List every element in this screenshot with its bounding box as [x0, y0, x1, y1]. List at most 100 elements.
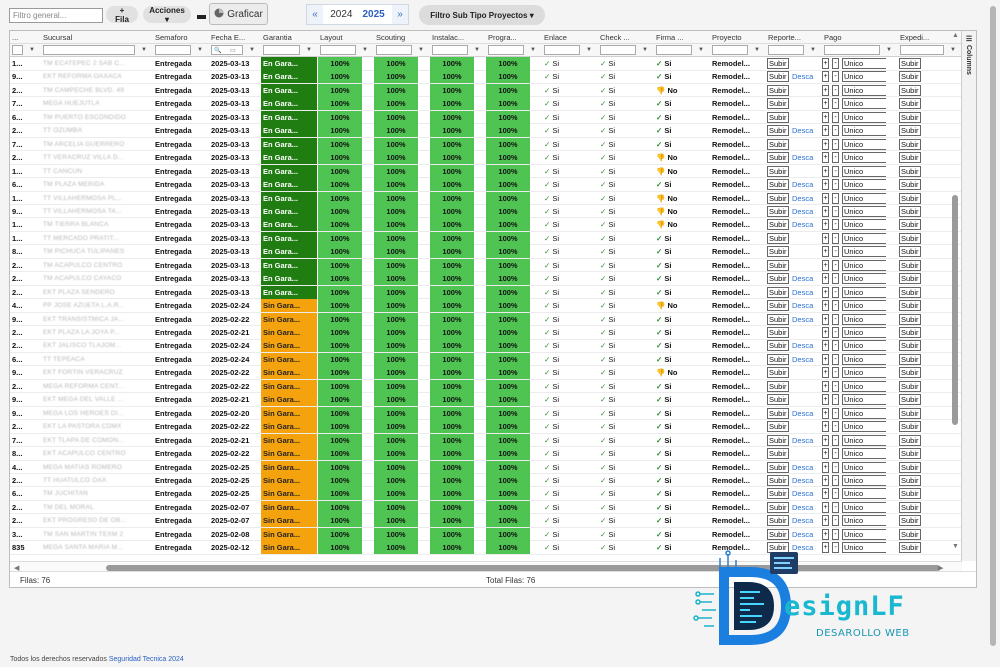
- remove-payment-button[interactable]: -: [832, 367, 839, 379]
- add-payment-button[interactable]: +: [822, 394, 829, 406]
- upload-report-button[interactable]: Subir: [767, 353, 789, 365]
- upload-file-button[interactable]: Subir: [899, 84, 921, 96]
- upload-file-button[interactable]: Subir: [899, 125, 921, 137]
- filter-icon[interactable]: ▼: [29, 45, 35, 55]
- remove-payment-button[interactable]: -: [832, 219, 839, 231]
- payment-type-field[interactable]: Unico: [842, 515, 886, 527]
- payment-type-field[interactable]: Unico: [842, 111, 886, 123]
- add-payment-button[interactable]: +: [822, 286, 829, 298]
- download-report-link[interactable]: Desca: [792, 178, 813, 191]
- payment-type-field[interactable]: Unico: [842, 367, 886, 379]
- add-payment-button[interactable]: +: [822, 434, 829, 446]
- table-row[interactable]: 9... EKT REFORMA OAXACA Entregada 2025-03-1…: [10, 70, 962, 84]
- columns-side-panel[interactable]: ☰ Columns: [961, 31, 976, 561]
- add-row-button[interactable]: + Fila: [106, 6, 138, 24]
- table-row[interactable]: 9... MEGA LOS HEROES DI... Entregada 2025-0…: [10, 406, 962, 421]
- upload-file-button[interactable]: Subir: [899, 407, 921, 419]
- upload-file-button[interactable]: Subir: [899, 138, 921, 150]
- upload-report-button[interactable]: Subir: [767, 58, 789, 69]
- column-header[interactable]: Firma ...: [654, 31, 710, 44]
- upload-file-button[interactable]: Subir: [899, 111, 921, 123]
- upload-file-button[interactable]: Subir: [899, 488, 921, 500]
- download-report-link[interactable]: Desca: [792, 151, 813, 164]
- add-payment-button[interactable]: +: [822, 367, 829, 379]
- filter-icon[interactable]: ▼: [141, 45, 147, 55]
- remove-payment-button[interactable]: -: [832, 394, 839, 406]
- payment-type-field[interactable]: Unico: [842, 219, 886, 231]
- upload-report-button[interactable]: Subir: [767, 286, 789, 298]
- upload-file-button[interactable]: Subir: [899, 219, 921, 231]
- remove-payment-button[interactable]: -: [832, 125, 839, 137]
- table-row[interactable]: 4... PP JOSE AZUETA L.A.R... Entregada 2025…: [10, 299, 962, 313]
- upload-file-button[interactable]: Subir: [899, 179, 921, 191]
- payment-type-field[interactable]: Unico: [842, 488, 886, 500]
- upload-report-button[interactable]: Subir: [767, 246, 789, 258]
- upload-report-button[interactable]: Subir: [767, 434, 789, 446]
- subtype-filter-button[interactable]: Filtro Sub Tipo Proyectos ▾: [419, 5, 545, 25]
- table-row[interactable]: 1... TT VILLAHERMOSA PL... Entregada 2025-0…: [10, 191, 962, 205]
- upload-report-button[interactable]: Subir: [767, 407, 789, 419]
- column-header[interactable]: Sucursal: [41, 31, 153, 44]
- table-row[interactable]: 9... EKT FORTIN VERACRUZ Entregada 2025-02-…: [10, 366, 962, 380]
- column-header[interactable]: Enlace: [542, 31, 598, 44]
- table-row[interactable]: 3... TM SAN MARTIN TEXM 2 Entregada 2025-02…: [10, 527, 962, 542]
- table-row[interactable]: 9... EKT TRANSISTMICA JA... Entregada 2025-…: [10, 312, 962, 327]
- add-payment-button[interactable]: +: [822, 246, 829, 258]
- upload-file-button[interactable]: Subir: [899, 528, 921, 540]
- upload-file-button[interactable]: Subir: [899, 313, 921, 325]
- payment-type-field[interactable]: Unico: [842, 340, 886, 352]
- payment-type-field[interactable]: Unico: [842, 246, 886, 258]
- download-report-link[interactable]: Desca: [792, 70, 813, 83]
- table-row[interactable]: 2... EKT PLAZA SENDERO Entregada 2025-03-13…: [10, 285, 962, 300]
- filter-icon[interactable]: ▼: [362, 45, 368, 55]
- upload-report-button[interactable]: Subir: [767, 501, 789, 513]
- table-row[interactable]: 2... EKT PROGRESO DE OB... Entregada 2025-0…: [10, 514, 962, 528]
- upload-file-button[interactable]: Subir: [899, 327, 921, 338]
- upload-report-button[interactable]: Subir: [767, 205, 789, 217]
- download-report-link[interactable]: Desca: [792, 124, 813, 137]
- add-payment-button[interactable]: +: [822, 340, 829, 352]
- download-report-link[interactable]: Desca: [792, 501, 813, 514]
- download-report-link[interactable]: Desca: [792, 313, 813, 326]
- upload-report-button[interactable]: Subir: [767, 98, 789, 110]
- upload-report-button[interactable]: Subir: [767, 313, 789, 325]
- payment-type-field[interactable]: Unico: [842, 380, 886, 392]
- column-header[interactable]: Instalac...: [430, 31, 486, 44]
- upload-file-button[interactable]: Subir: [899, 421, 921, 433]
- table-row[interactable]: 1... TT MERCADO PRATIT... Entregada 2025-03…: [10, 231, 962, 246]
- remove-payment-button[interactable]: -: [832, 71, 839, 83]
- table-row[interactable]: 7... TM ARCELIA GUERRERO Entregada 2025-03-…: [10, 137, 962, 152]
- add-payment-button[interactable]: +: [822, 125, 829, 137]
- download-report-link[interactable]: Desca: [792, 514, 813, 527]
- upload-file-button[interactable]: Subir: [899, 434, 921, 446]
- filter-icon[interactable]: ▼: [197, 45, 203, 55]
- remove-payment-button[interactable]: -: [832, 515, 839, 527]
- upload-report-button[interactable]: Subir: [767, 179, 789, 191]
- column-header[interactable]: ...: [10, 31, 41, 44]
- download-report-link[interactable]: Desca: [792, 299, 813, 312]
- filter-icon[interactable]: ▼: [474, 45, 480, 55]
- upload-file-button[interactable]: Subir: [899, 259, 921, 271]
- column-filter-input[interactable]: [600, 45, 636, 55]
- download-report-link[interactable]: Desca: [792, 205, 813, 218]
- payment-type-field[interactable]: Unico: [842, 501, 886, 513]
- remove-payment-button[interactable]: -: [832, 313, 839, 325]
- add-payment-button[interactable]: +: [822, 192, 829, 204]
- upload-file-button[interactable]: Subir: [899, 515, 921, 527]
- download-report-link[interactable]: Desca: [792, 272, 813, 285]
- upload-file-button[interactable]: Subir: [899, 461, 921, 473]
- upload-file-button[interactable]: Subir: [899, 152, 921, 164]
- remove-payment-button[interactable]: -: [832, 152, 839, 164]
- payment-type-field[interactable]: Unico: [842, 179, 886, 191]
- upload-report-button[interactable]: Subir: [767, 273, 789, 285]
- payment-type-field[interactable]: Unico: [842, 232, 886, 244]
- remove-payment-button[interactable]: -: [832, 205, 839, 217]
- column-filter-input[interactable]: [488, 45, 524, 55]
- add-payment-button[interactable]: +: [822, 300, 829, 312]
- add-payment-button[interactable]: +: [822, 515, 829, 527]
- calendar-icon[interactable]: ▭: [230, 46, 236, 56]
- upload-report-button[interactable]: Subir: [767, 448, 789, 460]
- table-row[interactable]: 9... TT VILLAHERMOSA TA... Entregada 2025-0…: [10, 204, 962, 219]
- table-row[interactable]: 2... MEGA REFORMA CENT... Entregada 2025-02…: [10, 379, 962, 394]
- add-payment-button[interactable]: +: [822, 327, 829, 338]
